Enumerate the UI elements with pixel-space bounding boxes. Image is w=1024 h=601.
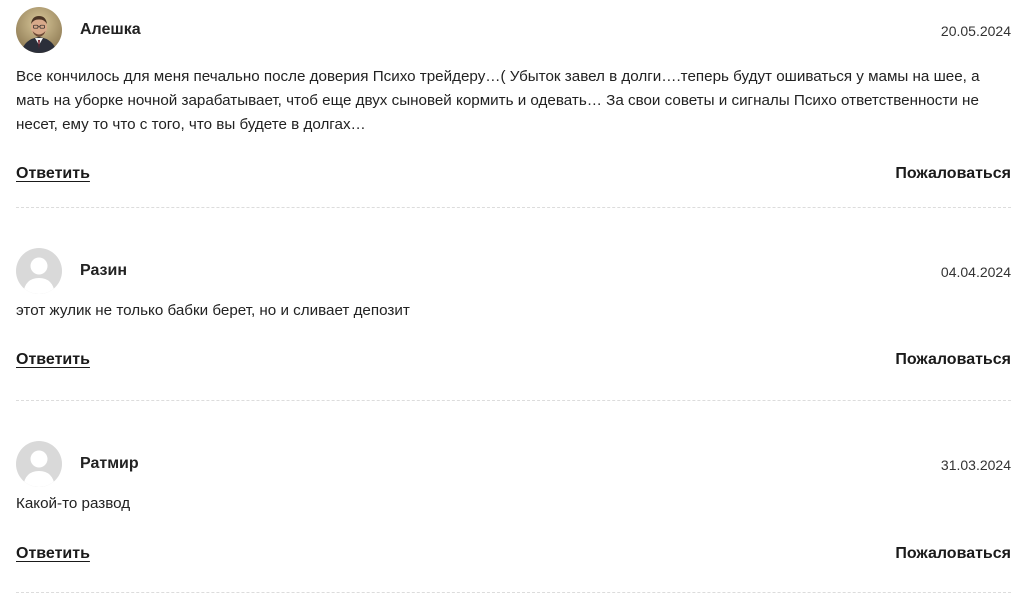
report-link[interactable]: Пожаловаться — [895, 351, 1011, 369]
comment-actions: Ответить Пожаловаться — [16, 351, 1011, 375]
comment-divider — [16, 400, 1011, 401]
comment-text: Все кончилось для меня печально после до… — [16, 68, 980, 133]
avatar — [16, 441, 62, 487]
comment-text: этот жулик не только бабки берет, но и с… — [16, 302, 410, 319]
comment-actions: Ответить Пожаловаться — [16, 545, 1011, 569]
comment-divider — [16, 207, 1011, 208]
avatar — [16, 248, 62, 294]
comment-item: Ратмир 31.03.2024 Какой-то развод Ответи… — [16, 441, 1011, 593]
comment-author: Разин — [80, 262, 128, 279]
comment-date: 31.03.2024 — [940, 457, 1011, 473]
reply-link[interactable]: Ответить — [16, 165, 90, 183]
default-user-icon — [16, 248, 62, 294]
comment-actions: Ответить Пожаловаться — [16, 165, 1011, 189]
comment-header: Разин 04.04.2024 — [16, 248, 1011, 294]
comment-item: Алешка 20.05.2024 Все кончилось для меня… — [16, 7, 1011, 208]
avatar — [16, 7, 62, 53]
report-link[interactable]: Пожаловаться — [895, 545, 1011, 563]
default-user-icon — [16, 441, 62, 487]
report-link[interactable]: Пожаловаться — [895, 165, 1011, 183]
comment-header: Ратмир 31.03.2024 — [16, 441, 1011, 487]
comments-list: Алешка 20.05.2024 Все кончилось для меня… — [0, 0, 1024, 601]
user-photo-icon — [16, 7, 62, 53]
reply-link[interactable]: Ответить — [16, 545, 90, 563]
comment-header: Алешка 20.05.2024 — [16, 7, 1011, 53]
comment-date: 20.05.2024 — [940, 23, 1011, 39]
comment-divider — [16, 592, 1011, 593]
reply-link[interactable]: Ответить — [16, 351, 90, 369]
comment-author: Алешка — [80, 21, 141, 38]
comment-text: Какой-то развод — [16, 495, 131, 512]
comment-item: Разин 04.04.2024 этот жулик не только ба… — [16, 248, 1011, 401]
comment-author: Ратмир — [80, 455, 139, 472]
comment-date: 04.04.2024 — [940, 264, 1011, 280]
